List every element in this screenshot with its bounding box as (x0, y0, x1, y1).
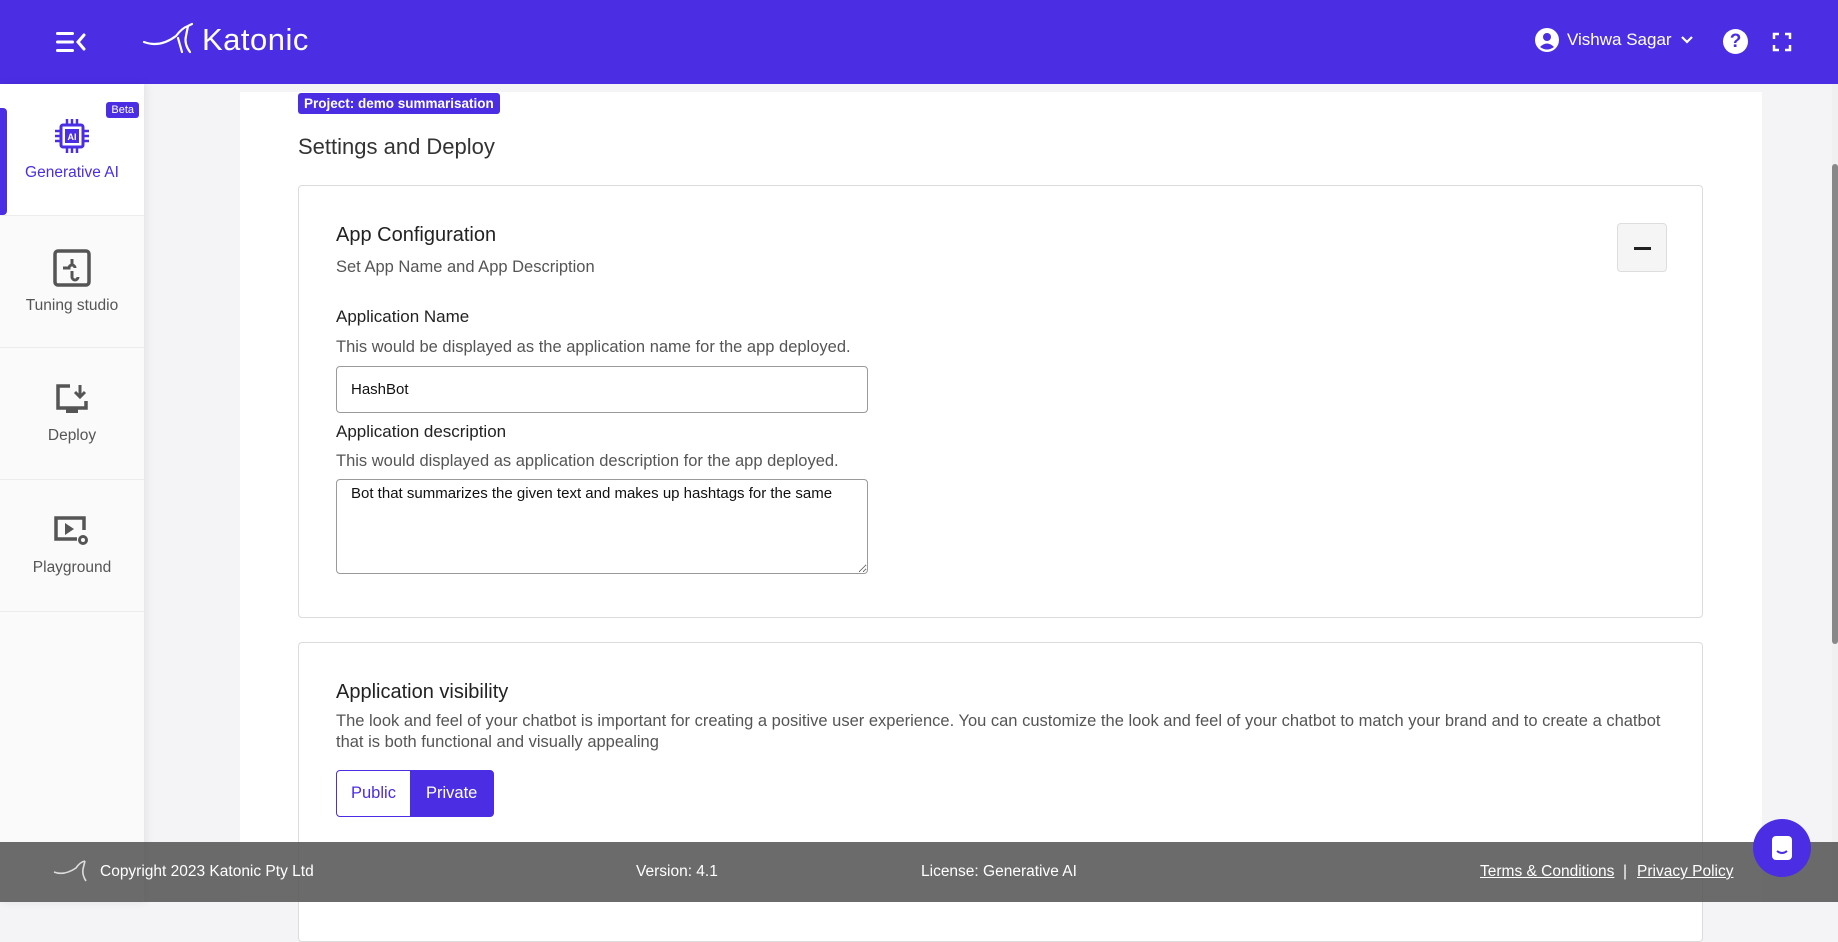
app-name-input[interactable] (336, 366, 868, 413)
section-title: App Configuration (336, 224, 497, 246)
help-icon[interactable]: ? (1723, 29, 1748, 54)
visibility-toggle: Public Private (336, 770, 494, 817)
user-avatar-icon (1535, 28, 1559, 52)
chat-launcher-button[interactable] (1753, 819, 1811, 877)
copyright-text: Copyright 2023 Katonic Pty Ltd (100, 863, 314, 880)
sidebar-item-label: Generative AI (25, 163, 119, 181)
play-settings-icon (54, 515, 88, 545)
chevron-down-icon (1680, 36, 1693, 44)
user-name: Vishwa Sagar (1567, 30, 1672, 49)
app-configuration-card: App Configuration Set App Name and App D… (298, 185, 1703, 618)
page-title: Settings and Deploy (298, 134, 495, 159)
kangaroo-logo-icon (53, 860, 87, 882)
app-name-label: Application Name (336, 307, 470, 326)
katonic-logo[interactable]: Katonic (142, 22, 309, 58)
app-description-textarea[interactable]: Bot that summarizes the given text and m… (336, 479, 868, 574)
svg-text:AI: AI (68, 132, 77, 142)
menu-collapse-icon[interactable] (56, 30, 86, 54)
app-name-help: This would be displayed as the applicati… (336, 338, 851, 356)
fullscreen-icon[interactable] (1772, 32, 1792, 52)
page-scrollbar[interactable] (1832, 84, 1838, 902)
sidebar-item-label: Playground (32, 558, 112, 576)
sidebar-item-label: Tuning studio (25, 296, 119, 314)
sidebar-item-playground[interactable]: Playground (0, 480, 144, 612)
monitor-download-icon (56, 383, 88, 413)
kangaroo-logo-icon (142, 22, 194, 54)
footer: Copyright 2023 Katonic Pty Ltd Version: … (0, 842, 1838, 902)
main-content: Project: demo summarisation Settings and… (240, 92, 1762, 942)
privacy-link[interactable]: Privacy Policy (1637, 863, 1733, 880)
terms-link[interactable]: Terms & Conditions (1480, 863, 1614, 880)
app-description-label: Application description (336, 422, 507, 441)
license-text: License: Generative AI (921, 863, 1077, 880)
ai-chip-icon: AI (55, 118, 89, 153)
footer-separator: | (1623, 863, 1628, 880)
project-badge: Project: demo summarisation (298, 93, 500, 114)
section-description: The look and feel of your chatbot is imp… (336, 712, 1661, 751)
section-title: Application visibility (336, 681, 509, 703)
collapse-button[interactable] (1617, 223, 1667, 272)
section-subtitle: Set App Name and App Description (336, 258, 595, 276)
top-header: Katonic Vishwa Sagar ? (0, 0, 1838, 84)
sidebar-item-tuning-studio[interactable]: Tuning studio (0, 216, 144, 348)
scrollbar-thumb[interactable] (1832, 164, 1838, 644)
public-option[interactable]: Public (336, 770, 411, 817)
brand-name: Katonic (202, 22, 309, 57)
version-text: Version: 4.1 (636, 863, 718, 880)
chat-icon (1772, 836, 1792, 860)
puzzle-icon (53, 248, 91, 287)
app-description-help: This would displayed as application desc… (336, 452, 839, 470)
sidebar-item-label: Deploy (47, 426, 97, 444)
beta-badge: Beta (106, 102, 139, 118)
private-option[interactable]: Private (411, 770, 494, 817)
sidebar-item-generative-ai[interactable]: Beta AI Generative AI (0, 84, 144, 216)
sidebar: Beta AI Generative AI Tuning studio Depl… (0, 84, 144, 902)
sidebar-item-deploy[interactable]: Deploy (0, 348, 144, 480)
active-indicator (0, 108, 7, 215)
user-menu[interactable]: Vishwa Sagar (1535, 28, 1694, 52)
